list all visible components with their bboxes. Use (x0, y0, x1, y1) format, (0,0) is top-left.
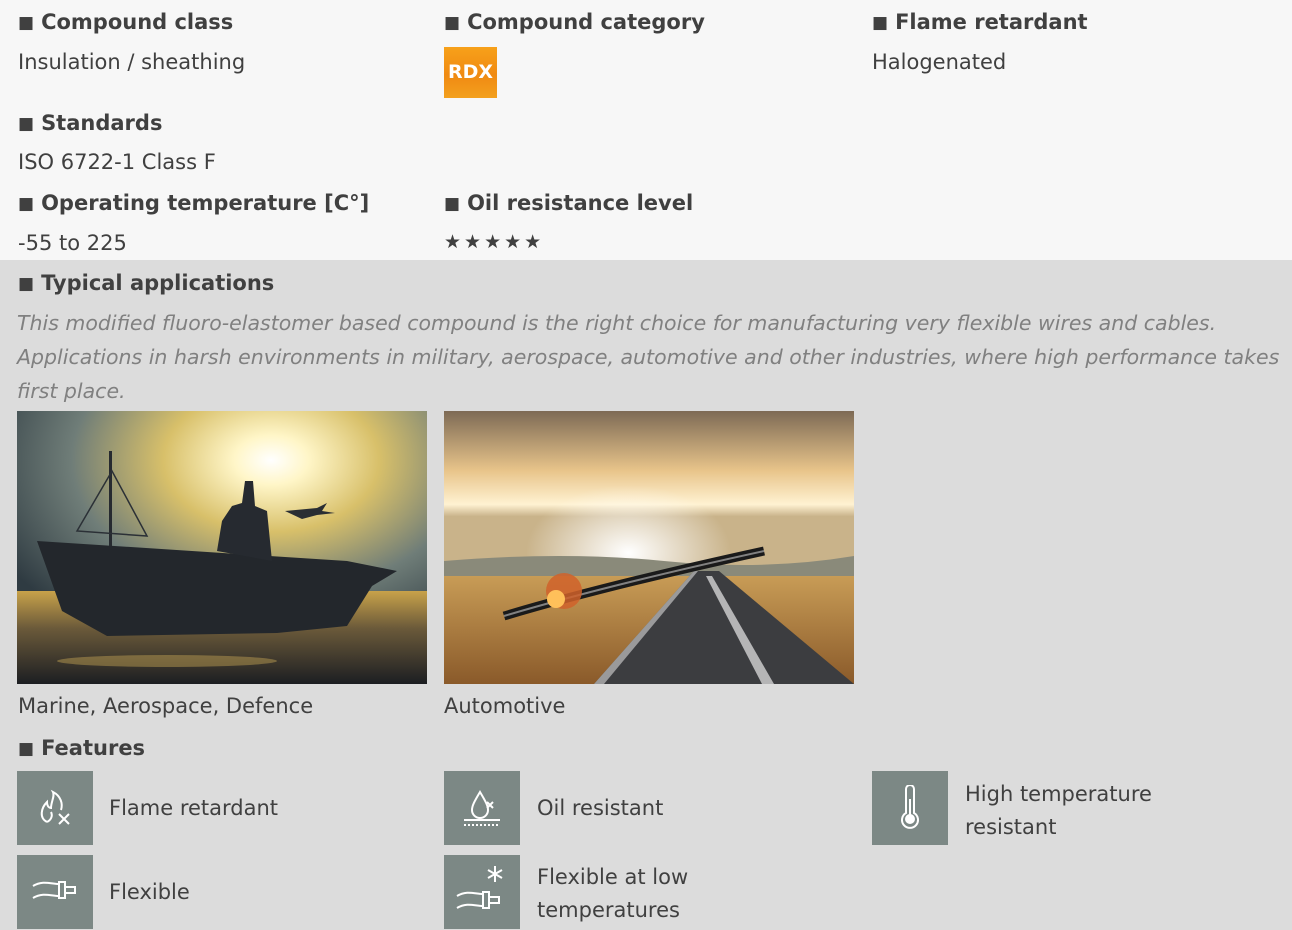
standards-label-text: Standards (41, 111, 163, 135)
square-bullet-icon: ■ (872, 13, 889, 33)
feature-flexible: Flexible (109, 880, 190, 904)
feature-high-temperature: High temperature resistant (965, 782, 1152, 839)
marine-aerospace-defence-image (17, 411, 427, 684)
flame-retardant-value: Halogenated (872, 50, 1007, 74)
oil-resistant-icon (444, 771, 520, 845)
properties-section (0, 0, 1292, 260)
compound-class-label: ■ Compound class (18, 10, 233, 34)
typical-applications-label-text: Typical applications (41, 271, 275, 295)
square-bullet-icon: ■ (18, 739, 35, 759)
image-caption-automotive: Automotive (444, 694, 566, 718)
image-caption-marine: Marine, Aerospace, Defence (18, 694, 314, 718)
operating-temperature-label: ■ Operating temperature [C°] (18, 191, 369, 215)
compound-class-label-text: Compound class (41, 10, 234, 34)
operating-temperature-value: -55 to 225 (18, 231, 127, 255)
square-bullet-icon: ■ (18, 274, 35, 294)
square-bullet-icon: ■ (18, 13, 35, 33)
thermometer-icon (872, 771, 948, 845)
oil-resistance-label: ■ Oil resistance level (444, 191, 693, 215)
flame-retardant-label: ■ Flame retardant (872, 10, 1088, 34)
applications-description: This modified fluoro-elastomer based com… (17, 311, 1280, 403)
category-badge: RDX (444, 47, 497, 98)
automotive-image (444, 411, 854, 684)
compound-datasheet: ■ Compound class Insulation / sheathing ■… (0, 0, 1292, 930)
standards-label: ■ Standards (18, 111, 162, 135)
square-bullet-icon: ■ (18, 114, 35, 134)
oil-resistance-label-text: Oil resistance level (467, 191, 694, 215)
flexible-cable-icon (17, 855, 93, 929)
standards-value: ISO 6722-1 Class F (18, 150, 216, 174)
oil-resistance-stars: ★★★★★ (444, 231, 545, 253)
compound-category-label: ■ Compound category (444, 10, 705, 34)
typical-applications-label: ■ Typical applications (18, 271, 274, 295)
features-label: ■ Features (18, 736, 145, 760)
compound-class-value: Insulation / sheathing (18, 50, 246, 74)
features-label-text: Features (41, 736, 146, 760)
feature-oil-resistant: Oil resistant (537, 796, 664, 820)
feature-flexible-low-temp: Flexible at low temperatures (537, 865, 689, 922)
square-bullet-icon: ■ (444, 194, 461, 214)
compound-category-label-text: Compound category (467, 10, 705, 34)
square-bullet-icon: ■ (18, 194, 35, 214)
square-bullet-icon: ■ (444, 13, 461, 33)
feature-flame-retardant: Flame retardant (109, 796, 279, 820)
operating-temperature-label-text: Operating temperature [C°] (41, 191, 370, 215)
flame-retardant-icon (17, 771, 93, 845)
snowflake-cable-icon (444, 855, 520, 929)
flame-retardant-label-text: Flame retardant (895, 10, 1088, 34)
